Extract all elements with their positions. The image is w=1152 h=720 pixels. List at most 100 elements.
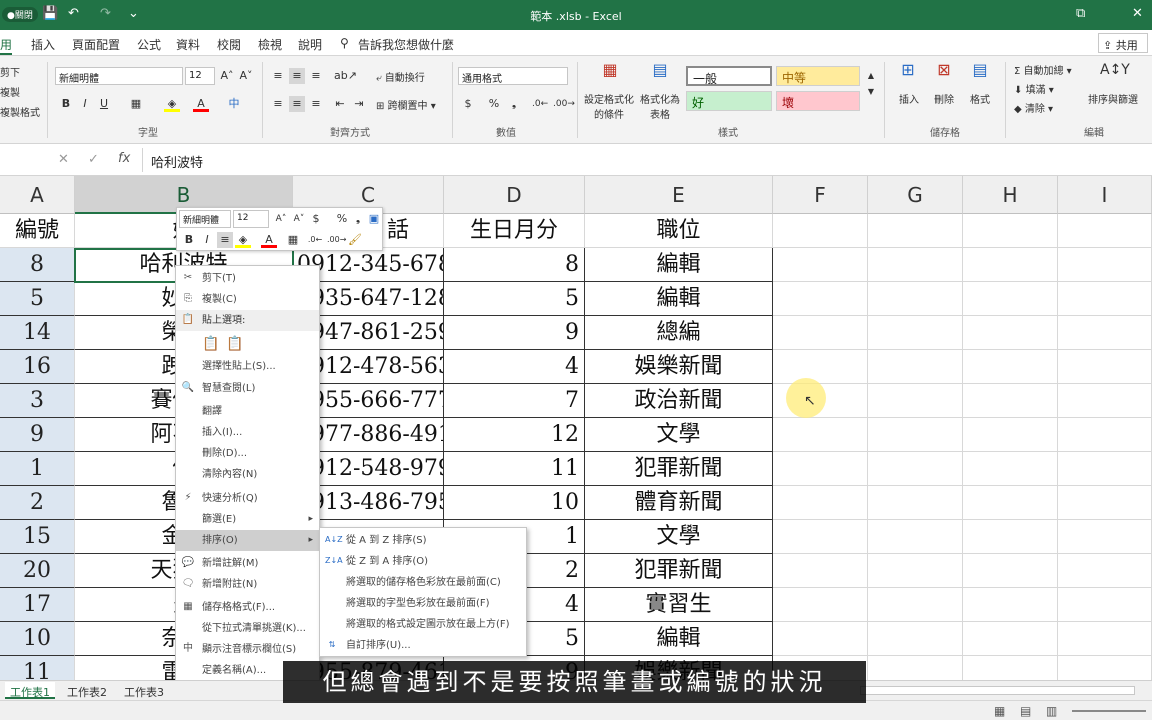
style-bad[interactable]: 壞	[776, 91, 860, 111]
mini-font-combo[interactable]: 新細明體	[179, 210, 231, 228]
wrap-text-button[interactable]: ⤶ 自動換行	[376, 69, 425, 84]
paste-clipboard-icon[interactable]: 📋	[202, 334, 219, 355]
empty-cell[interactable]	[963, 554, 1058, 588]
mini-percent-icon[interactable]: %	[334, 211, 350, 227]
font-color-icon[interactable]: A	[193, 96, 209, 112]
id-cell[interactable]: 10	[0, 622, 75, 656]
empty-cell[interactable]	[773, 418, 868, 452]
style-good[interactable]: 好	[686, 91, 772, 111]
empty-cell[interactable]	[868, 350, 963, 384]
empty-cell[interactable]	[868, 486, 963, 520]
mini-comma-icon[interactable]: ❟	[350, 211, 366, 227]
decrease-decimal-icon[interactable]: .00→	[553, 96, 575, 112]
submenu-item-cell-color-on-top[interactable]: 將選取的儲存格色彩放在最前面(C)	[320, 572, 526, 593]
underline-button[interactable]: U	[96, 96, 112, 112]
col-header-d[interactable]: D	[444, 176, 585, 214]
title-cell[interactable]: 編輯	[585, 248, 773, 282]
menu-item-cut[interactable]: ✂ 剪下(T)	[176, 268, 319, 289]
id-cell[interactable]: 11	[0, 656, 75, 680]
empty-cell[interactable]	[963, 350, 1058, 384]
format-painter-button[interactable]: 複製格式	[0, 104, 40, 119]
middle-align-icon[interactable]: ≡	[289, 68, 305, 84]
empty-cell[interactable]	[868, 452, 963, 486]
mini-center-icon[interactable]: ≡	[217, 232, 233, 248]
id-cell[interactable]: 20	[0, 554, 75, 588]
empty-cell[interactable]	[773, 452, 868, 486]
empty-cell[interactable]	[868, 248, 963, 282]
mini-borders-icon[interactable]: ▦	[285, 232, 301, 248]
mini-format-table-icon[interactable]: ▣	[366, 211, 382, 227]
id-cell[interactable]: 15	[0, 520, 75, 554]
fill-color-icon[interactable]: ◈	[164, 96, 180, 112]
submenu-item-font-color-on-top[interactable]: 將選取的字型色彩放在最前面(F)	[320, 593, 526, 614]
mini-font-color-icon[interactable]: A	[261, 232, 277, 248]
title-cell[interactable]: 總編	[585, 316, 773, 350]
title-cell[interactable]: 文學	[585, 418, 773, 452]
menu-item-new-comment[interactable]: 💬 新增註解(M)	[176, 553, 319, 574]
sort-filter-icon[interactable]: A↕Y	[1100, 62, 1130, 78]
mini-italic-button[interactable]: I	[199, 232, 215, 248]
empty-cell[interactable]	[1058, 316, 1152, 350]
delete-cells-icon[interactable]: ⊠	[932, 62, 956, 84]
grow-font-icon[interactable]: A˄	[219, 68, 235, 84]
empty-cell[interactable]	[773, 214, 868, 248]
tab-home[interactable]: 用	[0, 36, 13, 55]
borders-icon[interactable]: ▦	[128, 96, 144, 112]
col-header-f[interactable]: F	[773, 176, 868, 214]
menu-item-clear-contents[interactable]: 清除內容(N)	[176, 464, 319, 485]
menu-item-delete[interactable]: 刪除(D)...	[176, 443, 319, 464]
title-cell[interactable]: 犯罪新聞	[585, 452, 773, 486]
header-cell-id[interactable]: 編號	[0, 214, 75, 248]
copy-button[interactable]: 複製	[0, 84, 20, 99]
mini-currency-icon[interactable]: $	[308, 211, 324, 227]
format-cells-button[interactable]: 格式	[970, 91, 990, 106]
empty-cell[interactable]	[1058, 554, 1152, 588]
worksheet-grid[interactable]: A B C D E F G H I 編號 姓 話 生日月分 職位 8哈利波特09…	[0, 176, 1152, 680]
paste-values-icon[interactable]: 📋	[226, 334, 243, 355]
style-normal[interactable]: 一般	[686, 66, 772, 86]
menu-item-smart-lookup[interactable]: 🔍 智慧查閱(L)	[176, 378, 319, 399]
format-as-table-button[interactable]: 格式化為表格	[638, 91, 682, 121]
empty-cell[interactable]	[868, 282, 963, 316]
zoom-slider[interactable]	[1072, 710, 1146, 712]
empty-cell[interactable]	[1058, 248, 1152, 282]
title-cell[interactable]: 實習生	[585, 588, 773, 622]
id-cell[interactable]: 2	[0, 486, 75, 520]
header-cell-title[interactable]: 職位	[585, 214, 773, 248]
menu-item-new-note[interactable]: 🗨 新增附註(N)	[176, 574, 319, 595]
font-name-combo[interactable]: 新細明體	[55, 67, 183, 85]
id-cell[interactable]: 8	[0, 248, 75, 282]
title-cell[interactable]: 犯罪新聞	[585, 554, 773, 588]
empty-cell[interactable]	[868, 588, 963, 622]
empty-cell[interactable]	[1058, 656, 1152, 680]
empty-cell[interactable]	[963, 622, 1058, 656]
menu-item-show-phonetic[interactable]: 中顯示注音標示欄位(S)	[176, 639, 319, 660]
cut-button[interactable]: 剪下	[0, 64, 20, 79]
phonetic-icon[interactable]: 中	[226, 96, 242, 112]
mini-grow-font-icon[interactable]: A˄	[273, 211, 289, 227]
mini-fill-color-icon[interactable]: ◈	[235, 232, 251, 248]
title-cell[interactable]: 政治新聞	[585, 384, 773, 418]
empty-cell[interactable]	[868, 656, 963, 680]
empty-cell[interactable]	[773, 282, 868, 316]
horizontal-scrollbar[interactable]	[860, 686, 1135, 695]
mini-size-combo[interactable]: 12	[233, 210, 269, 228]
empty-cell[interactable]	[868, 316, 963, 350]
menu-item-format-cells[interactable]: ▦ 儲存格格式(F)...	[176, 597, 319, 618]
id-cell[interactable]: 1	[0, 452, 75, 486]
increase-indent-icon[interactable]: ⇥	[351, 96, 367, 112]
share-button[interactable]: ⇪ 共用	[1098, 33, 1148, 53]
tab-data[interactable]: 資料	[176, 36, 200, 53]
empty-cell[interactable]	[773, 622, 868, 656]
empty-cell[interactable]	[1058, 384, 1152, 418]
empty-cell[interactable]	[1058, 520, 1152, 554]
format-cells-icon[interactable]: ▤	[968, 62, 992, 84]
submenu-item-sort-a-to-z[interactable]: A↓Z 從 A 到 Z 排序(S)	[320, 530, 526, 551]
birth-month-cell[interactable]: 9	[444, 316, 585, 350]
empty-cell[interactable]	[963, 452, 1058, 486]
comma-icon[interactable]: ❟	[506, 96, 522, 112]
empty-cell[interactable]	[963, 214, 1058, 248]
empty-cell[interactable]	[1058, 588, 1152, 622]
empty-cell[interactable]	[868, 418, 963, 452]
col-header-g[interactable]: G	[868, 176, 963, 214]
